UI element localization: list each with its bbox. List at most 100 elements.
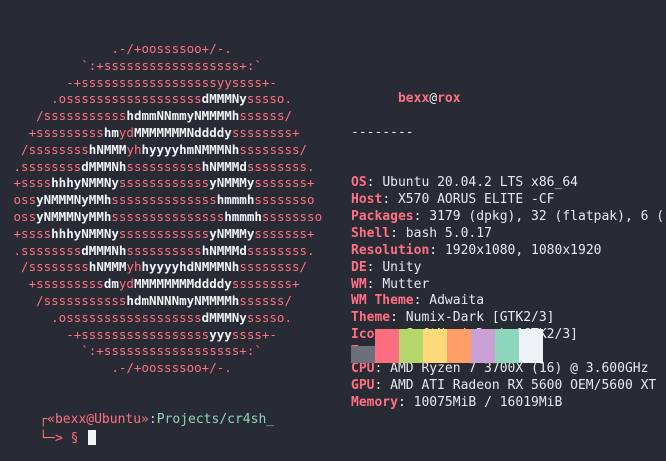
info-colon: : [366,276,383,292]
logo-line: /sssssssshNMMMyhhyyyyhmNMMMNhssssssss/ [6,142,345,159]
logo-segment: ssssssss. [246,158,338,174]
logo-segment: -+ssssssssssssssssssyyssss+- [6,74,345,90]
info-colon: : [374,361,391,377]
info-value: 1920x1080, 1080x1920 [444,242,602,258]
info-value: 10075MiB / 16019MiB [413,394,563,410]
info-at: @ [429,90,438,106]
info-value: AMD Ryzen 7 3700X (16) @ 3.600GHz [390,361,649,377]
prompt-arrow: └─> [39,431,63,446]
logo-segment: sssssss+ [254,175,338,191]
logo-line: `:+ssssssssssssssssss+:` [6,58,345,75]
info-colon: : [382,192,398,208]
logo-line: .-/+oossssoo+/-. [6,360,345,377]
logo-segment: yNMMMNyMMh [36,192,112,208]
info-row: Theme: Numix-Dark [GTK2/3] [351,310,664,327]
palette-swatch [447,329,471,363]
logo-segment: yh [126,259,142,275]
logo-segment: hNMMMd [201,158,247,174]
system-info-panel: bexx@rox -------- OS: Ubuntu 20.04.2 LTS… [351,40,664,446]
info-row: GPU: AMD ATI Radeon RX 5600 OEM/5600 XT [351,378,664,395]
info-row: CPU: AMD Ryzen 7 3700X (16) @ 3.600GHz [351,361,664,378]
logo-segment: dMMMNh [81,242,127,258]
logo-line: .ossssssssssssssssssdMMMNysssso. [6,91,345,108]
info-user: bexx [397,90,430,106]
palette-swatch [495,329,519,363]
info-value: Numix-Dark [GTK2/3] [405,310,555,326]
logo-segment: +ssss [6,175,52,191]
logo-segment: oss [6,208,37,224]
logo-line: -+sssssssssssssssssyyyssss+- [6,327,345,344]
logo-segment: hhhyNMMNy [51,225,119,241]
info-row: DE: Unity [351,260,664,277]
info-key: WM [351,276,367,292]
prompt-line-2[interactable]: └─> § [8,415,97,461]
logo-segment: .-/+oossssoo+/-. [6,360,345,376]
logo-segment: +sssssssss [6,124,104,140]
info-host: rox [437,90,461,106]
logo-segment: yNMMMNyMMh [36,208,112,224]
info-value: 3179 (dpkg), 32 (flatpak), 6 ( [429,209,665,224]
logo-segment: `:+ssssssssssssssssss+:` [6,57,345,73]
logo-segment: hNMMM [88,141,127,157]
info-separator: -------- [351,124,414,140]
info-key: WM Theme [351,293,414,309]
logo-segment: ssssssso [261,208,345,224]
logo-segment: ssssssssss [126,158,202,174]
palette-swatch [399,329,423,363]
text-cursor[interactable] [88,430,97,445]
logo-segment: hmmmh [216,192,255,208]
logo-segment: ssssss/ [239,292,338,308]
logo-segment: hmmmh [224,208,262,224]
info-row: Memory: 10075MiB / 16019MiB [351,395,664,412]
logo-segment: .ossssssssssssssssss [6,309,202,325]
logo-segment: .ssssssss [6,242,82,258]
logo-segment: dMMMNh [81,158,127,174]
info-value: Adwaita [429,293,485,309]
info-value: Mutter [382,276,430,292]
logo-segment: .ossssssssssssssssss [6,91,202,107]
logo-segment: hdmNNNNmyNMMMMh [126,292,240,308]
info-value: Unity [382,259,422,275]
info-value: bash 5.0.17 [405,225,492,241]
logo-segment: hm [103,124,119,140]
prompt-symbol: § [70,431,79,446]
info-colon: : [390,225,406,241]
logo-line: +sssssssssdmydMMMMMMMMddddyssssssss+ [6,276,345,293]
info-row: Packages: 3179 (dpkg), 32 (flatpak), 6 ( [351,209,664,226]
info-colon: : [397,394,414,410]
logo-segment: sssssss+ [254,225,338,241]
logo-segment: dMMMNy [201,91,247,107]
info-key: OS [351,175,367,191]
logo-segment: /ssssssss [6,259,89,275]
info-row: WM: Mutter [351,277,664,294]
logo-segment: dm [103,276,119,292]
info-colon: : [390,310,406,326]
logo-segment: hyyyyhdNMMMNh [141,259,240,275]
info-key: Packages [351,209,414,224]
logo-segment: ssssssssss [126,242,202,258]
logo-segment: ssssssssssss [118,175,210,191]
terminal-window[interactable]: .-/+oossssoo+/-. `:+ssssssssssssssssss+:… [0,0,666,446]
info-colon: : [413,293,430,309]
color-palette [351,329,551,363]
logo-segment: hdmmNNmmyNMMMMh [126,108,240,124]
logo-line: /ssssssssssshdmmNNmmyNMMMMhssssss/ [6,108,345,125]
logo-segment: hNMMMd [201,242,247,258]
logo-line: .ossssssssssssssssssdMMMNysssso. [6,310,345,327]
logo-line: .ssssssssdMMMNhsssssssssshNMMMdssssssss. [6,159,345,176]
logo-line: /ssssssssssshdmNNNNmyNMMMMhssssss/ [6,293,345,310]
logo-segment: ssssssssssssss [111,192,217,208]
logo-segment: sssssssssssssss [111,208,225,224]
info-value: X570 AORUS ELITE -CF [397,192,555,208]
logo-segment: dMMMNy [201,309,247,325]
info-colon: : [374,377,391,393]
logo-segment: yd [118,276,134,292]
logo-segment: ssssss/ [239,108,338,124]
info-key: Memory [351,394,398,410]
info-row: WM Theme: Adwaita [351,293,664,310]
logo-segment: yh [126,141,142,157]
logo-line: `:+ssssssssssssssssss+:` [6,343,345,360]
palette-swatch [519,329,543,363]
info-key: GPU [351,377,375,393]
info-key: Host [351,192,383,208]
